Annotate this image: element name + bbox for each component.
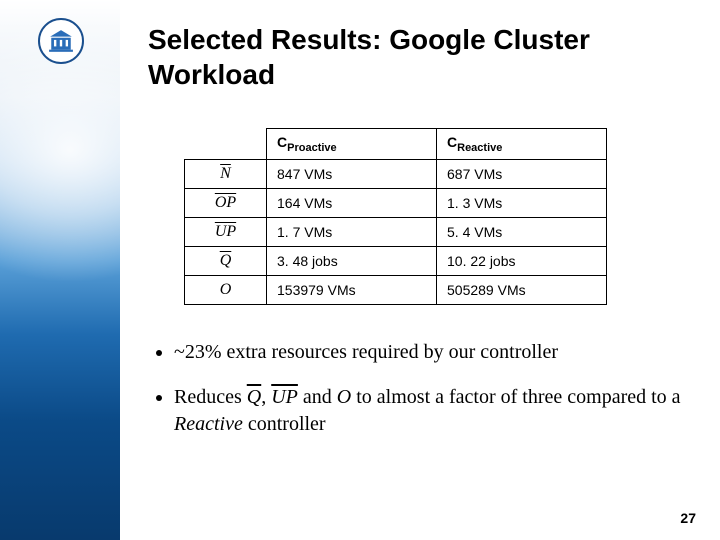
side-decorative-band [0, 0, 120, 540]
cell: 10. 22 jobs [437, 246, 607, 275]
bullet-text: Reduces [174, 386, 247, 408]
bullet-text: ~23% extra resources required by our con… [174, 341, 558, 363]
table-header-row: CProactive CReactive [185, 129, 607, 160]
header-blank [185, 129, 267, 160]
cell: 505289 VMs [437, 275, 607, 304]
header-proactive: CProactive [267, 129, 437, 160]
cell: 3. 48 jobs [267, 246, 437, 275]
cell: 153979 VMs [267, 275, 437, 304]
header-reactive: CReactive [437, 129, 607, 160]
bullet-text: controller [243, 413, 326, 435]
row-label-up: UP [185, 217, 267, 246]
reactive-word: Reactive [174, 413, 243, 435]
table-row: OP 164 VMs 1. 3 VMs [185, 188, 607, 217]
table-row: O 153979 VMs 505289 VMs [185, 275, 607, 304]
math-o: O [337, 386, 351, 408]
cell: 1. 3 VMs [437, 188, 607, 217]
building-icon [48, 28, 74, 54]
page-number: 27 [680, 510, 696, 526]
bullet-item: Reduces Q, UP and O to almost a factor o… [174, 384, 698, 438]
bullet-list: ~23% extra resources required by our con… [148, 339, 698, 438]
row-label-q: Q [185, 246, 267, 275]
bullet-item: ~23% extra resources required by our con… [174, 339, 698, 366]
math-q: Q [247, 386, 261, 408]
bullet-text: , [261, 386, 271, 408]
cell: 847 VMs [267, 159, 437, 188]
cell: 1. 7 VMs [267, 217, 437, 246]
table-row: UP 1. 7 VMs 5. 4 VMs [185, 217, 607, 246]
bullet-text: to almost a factor of three compared to … [351, 386, 680, 408]
cell: 164 VMs [267, 188, 437, 217]
row-label-n: N [185, 159, 267, 188]
cell: 687 VMs [437, 159, 607, 188]
cell: 5. 4 VMs [437, 217, 607, 246]
table-row: N 847 VMs 687 VMs [185, 159, 607, 188]
slide: Selected Results: Google Cluster Workloa… [0, 0, 720, 540]
table-row: Q 3. 48 jobs 10. 22 jobs [185, 246, 607, 275]
slide-title: Selected Results: Google Cluster Workloa… [148, 22, 698, 92]
math-up: UP [271, 386, 298, 408]
content-area: Selected Results: Google Cluster Workloa… [148, 22, 698, 456]
university-logo [38, 18, 84, 64]
bullet-text: and [298, 386, 337, 408]
row-label-o: O [185, 275, 267, 304]
row-label-op: OP [185, 188, 267, 217]
results-table: CProactive CReactive N 847 VMs 687 VMs O… [184, 128, 607, 305]
